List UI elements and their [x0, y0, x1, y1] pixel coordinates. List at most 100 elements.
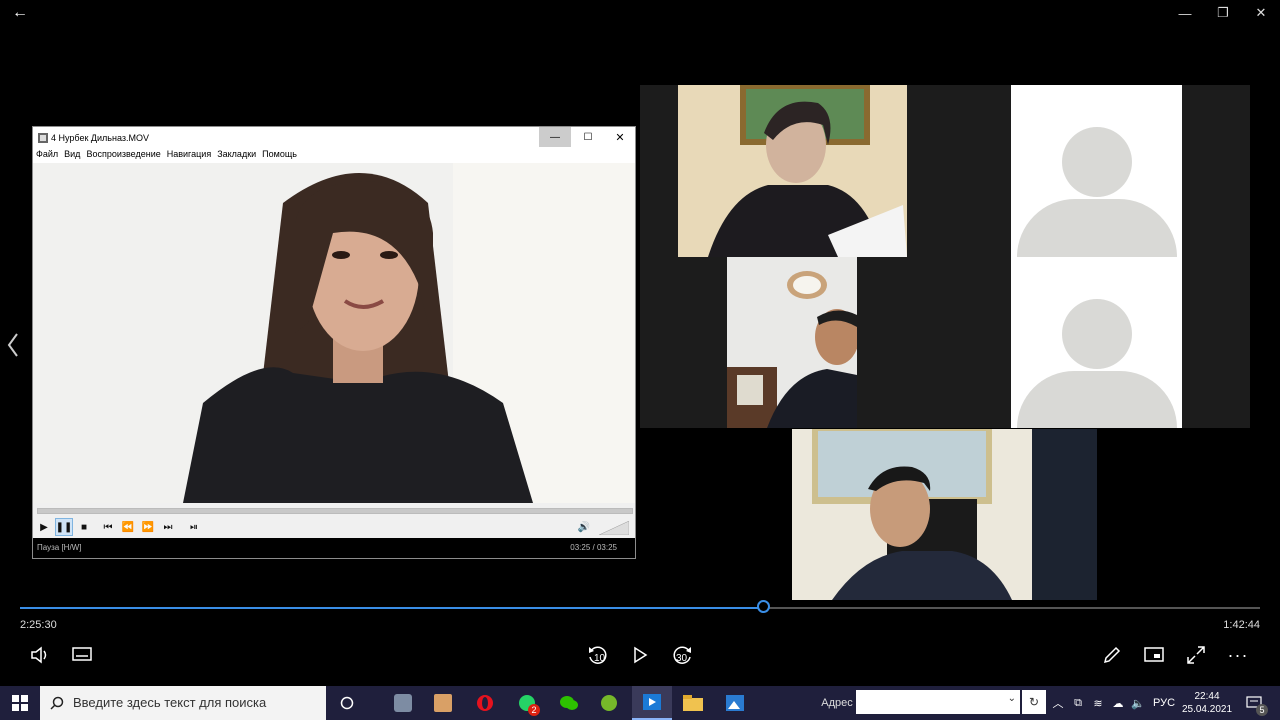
- menu-navigation[interactable]: Навигация: [167, 149, 211, 159]
- play-main-button[interactable]: [628, 643, 652, 667]
- skip-forward-label: 30: [676, 653, 688, 664]
- media-player-window[interactable]: 4 Нурбек Дильназ.MOV — ☐ ✕ Файл Вид Воспро…: [32, 126, 636, 559]
- taskbar-app-2[interactable]: [430, 686, 456, 720]
- tray-show-hidden[interactable]: ︿: [1050, 686, 1066, 720]
- user-body-icon: [1017, 199, 1177, 257]
- skip-back-label: 10: [594, 653, 606, 664]
- player-seek-fill: [38, 509, 632, 513]
- player-video-frame[interactable]: [33, 163, 635, 503]
- video-person-image: [33, 163, 635, 503]
- player-time-text: 03:25 / 03:25: [570, 543, 617, 552]
- taskbar-utorrent[interactable]: [596, 686, 622, 720]
- tray-icon-2[interactable]: ≋: [1090, 686, 1106, 720]
- back-button[interactable]: ←: [8, 2, 32, 24]
- fast-forward-button[interactable]: ⏩: [139, 518, 157, 536]
- player-app-icon: [38, 133, 48, 143]
- taskbar-movies-app[interactable]: [632, 686, 672, 720]
- player-maximize-button[interactable]: ☐: [573, 127, 603, 147]
- onedrive-icon: ☁: [1112, 697, 1124, 710]
- more-options-button[interactable]: ···: [1226, 643, 1250, 667]
- back-arrow-icon: ←: [12, 4, 28, 21]
- volume-button[interactable]: [28, 643, 52, 667]
- player-close-button[interactable]: ✕: [605, 127, 635, 147]
- participant-avatar-1[interactable]: [1011, 85, 1182, 257]
- play-button[interactable]: ▶: [35, 518, 53, 536]
- chevron-left-icon: [7, 333, 18, 357]
- skip-forward-button[interactable]: 30: [670, 643, 694, 667]
- timeline-track[interactable]: [20, 607, 1260, 609]
- movies-tv-icon: [643, 694, 661, 710]
- player-title: 4 Нурбек Дильназ.MOV: [51, 133, 149, 143]
- taskbar-search-box[interactable]: Введите здесь текст для поиска: [40, 686, 326, 720]
- taskbar-wechat[interactable]: [556, 686, 582, 720]
- captions-icon: [72, 647, 92, 661]
- player-controls: ▶ ❚❚ ■ ⏮ ⏪ ⏩ ⏭ ⏯ 🔊: [33, 516, 635, 540]
- mini-view-button[interactable]: [1142, 643, 1166, 667]
- menu-playback[interactable]: Воспроизведение: [86, 149, 160, 159]
- play-icon: [634, 646, 648, 664]
- dropdown-icon: ⌄: [1007, 693, 1016, 704]
- timeline-thumb[interactable]: [757, 600, 770, 613]
- pause-button[interactable]: ❚❚: [55, 518, 73, 536]
- participant-avatar-2[interactable]: [1011, 257, 1182, 428]
- tray-icon-1[interactable]: ⧉: [1070, 686, 1086, 720]
- volume-icon[interactable]: 🔊: [575, 518, 593, 536]
- subtitles-button[interactable]: [70, 643, 94, 667]
- participant-video-1[interactable]: [678, 85, 907, 257]
- ellipsis-icon: ···: [1227, 644, 1249, 665]
- participant-video-2[interactable]: [727, 257, 857, 428]
- menu-help[interactable]: Помощь: [262, 149, 297, 159]
- cortana-button[interactable]: [330, 686, 364, 720]
- search-icon: [50, 696, 64, 710]
- address-label: Адрес: [821, 697, 853, 709]
- notification-count: 5: [1256, 704, 1268, 716]
- previous-arrow-button[interactable]: [4, 330, 22, 360]
- taskbar-app-1[interactable]: [390, 686, 416, 720]
- close-button[interactable]: ✕: [1238, 0, 1280, 26]
- taskbar-file-explorer[interactable]: [680, 686, 706, 720]
- participant-video-3[interactable]: [792, 429, 1097, 600]
- minimize-icon: —: [1178, 5, 1192, 21]
- tray-icon-3[interactable]: ☁: [1110, 686, 1126, 720]
- stop-button[interactable]: ■: [75, 518, 93, 536]
- language-indicator[interactable]: РУС: [1152, 686, 1176, 720]
- edit-button[interactable]: [1100, 643, 1124, 667]
- photos-icon: [726, 695, 744, 711]
- action-center-button[interactable]: 5: [1240, 686, 1268, 720]
- taskbar-photos[interactable]: [722, 686, 748, 720]
- player-menubar: Файл Вид Воспроизведение Навигация Закладки П…: [33, 149, 635, 163]
- start-button[interactable]: [0, 686, 40, 720]
- skip-back-button[interactable]: 10: [586, 643, 610, 667]
- player-titlebar[interactable]: 4 Нурбек Дильназ.MOV — ☐ ✕: [33, 127, 635, 149]
- taskbar: Введите здесь текст для поиска 2 Адрес ⌄…: [0, 686, 1280, 720]
- player-status-bar: Пауза [H/W] 03:25 / 03:25: [33, 538, 635, 558]
- player-minimize-button[interactable]: —: [539, 127, 571, 147]
- fullscreen-button[interactable]: [1184, 643, 1208, 667]
- clock[interactable]: 22:44 25.04.2021: [1180, 686, 1234, 720]
- speaker-tray-icon: 🔈: [1131, 697, 1145, 710]
- previous-track-button[interactable]: ⏮: [99, 518, 117, 536]
- participant-video-1-image: [678, 85, 907, 257]
- user-body-icon: [1017, 371, 1177, 428]
- mini-view-icon: [1144, 647, 1164, 662]
- cortana-circle-icon: [340, 696, 354, 710]
- tray-volume[interactable]: 🔈: [1130, 686, 1146, 720]
- speaker-icon: [31, 646, 47, 664]
- frame-step-button[interactable]: ⏯: [185, 518, 203, 536]
- address-input[interactable]: ⌄: [856, 690, 1020, 714]
- menu-bookmarks[interactable]: Закладки: [217, 149, 256, 159]
- whatsapp-badge: 2: [528, 704, 540, 716]
- usb-icon: ⧉: [1074, 696, 1082, 709]
- taskbar-whatsapp[interactable]: 2: [514, 686, 540, 720]
- volume-wedge-icon: [598, 520, 630, 536]
- rewind-button[interactable]: ⏪: [119, 518, 137, 536]
- next-track-button[interactable]: ⏭: [159, 518, 177, 536]
- player-seek-bar[interactable]: [37, 508, 633, 514]
- taskbar-opera[interactable]: [472, 686, 498, 720]
- volume-slider[interactable]: [598, 520, 630, 536]
- clock-date: 25.04.2021: [1181, 704, 1233, 715]
- address-go-button[interactable]: ↻: [1022, 690, 1046, 714]
- participant-video-2-image: [727, 257, 857, 428]
- menu-view[interactable]: Вид: [64, 149, 80, 159]
- menu-file[interactable]: Файл: [36, 149, 58, 159]
